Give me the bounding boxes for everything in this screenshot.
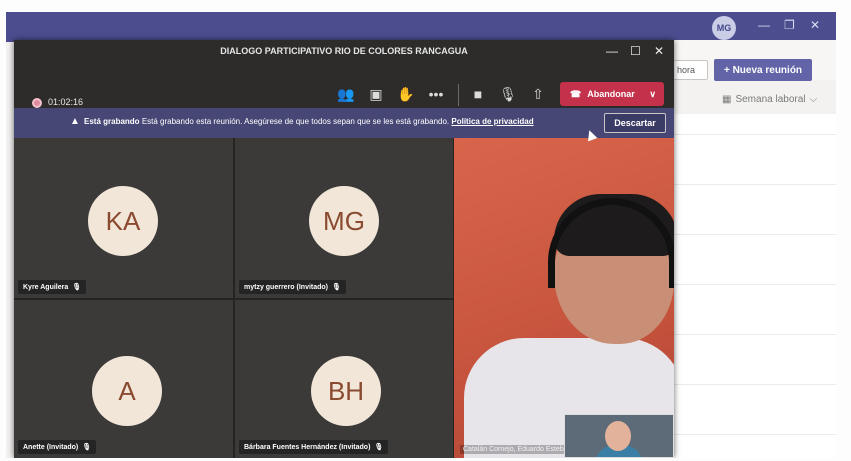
more-icon[interactable]: ••• — [426, 86, 446, 102]
recording-title: Está grabando — [84, 117, 140, 126]
minimize-icon[interactable]: — — [758, 18, 770, 32]
participant-tile[interactable]: MG mytzy guerrero (Invitado) 🎙 — [235, 138, 453, 298]
participant-tile[interactable]: A Anette (Invitado) 🎙 — [14, 300, 233, 458]
screen: MG — ❐ ✕ hora + Nueva reunión ▦ Semana l… — [6, 12, 836, 458]
participant-name-tag: Anette (Invitado) 🎙 — [18, 440, 97, 454]
participant-name: mytzy guerrero (Invitado) — [244, 283, 329, 291]
self-view-face — [605, 421, 631, 451]
avatar: A — [92, 356, 162, 426]
chat-icon[interactable]: ▣ — [366, 86, 386, 103]
participant-tile[interactable]: BH Bárbara Fuentes Hernández (Invitado) … — [235, 300, 453, 458]
recording-text: Está grabando esta reunión. Asegúrese de… — [141, 117, 450, 126]
mic-muted-icon[interactable]: 🎙 — [498, 86, 518, 103]
avatar: MG — [309, 186, 379, 256]
leave-label: Abandonar — [587, 89, 635, 99]
participant-name-tag: mytzy guerrero (Invitado) 🎙 — [239, 280, 346, 294]
avatar: BH — [311, 356, 381, 426]
restore-icon[interactable]: ❐ — [784, 18, 795, 32]
discard-button[interactable]: Descartar — [604, 113, 666, 133]
meeting-timer: 01:02:16 — [48, 97, 84, 107]
raise-hand-icon[interactable]: ✋ — [396, 86, 416, 103]
video-participant-tile[interactable]: Catalán Cornejo, Eduardo Esteb — [454, 138, 674, 458]
avatar: KA — [88, 186, 158, 256]
mic-muted-icon: 🎙 — [82, 444, 92, 451]
close-icon[interactable]: ✕ — [810, 18, 820, 32]
recording-banner: ▲ Está grabando Está grabando esta reuni… — [14, 108, 674, 138]
chevron-down-icon[interactable]: ∨ — [649, 89, 656, 100]
self-view-video[interactable] — [564, 414, 674, 458]
recording-indicator-icon — [32, 98, 42, 108]
week-view-label: Semana laboral — [735, 94, 806, 105]
privacy-policy-link[interactable]: Política de privacidad — [451, 117, 533, 126]
camera-icon[interactable]: ■ — [468, 86, 488, 102]
participant-name: Anette (Invitado) — [23, 443, 79, 451]
mic-muted-icon: 🎙 — [332, 284, 341, 291]
mic-muted-icon: 🎙 — [374, 444, 384, 451]
user-avatar[interactable]: MG — [712, 16, 736, 40]
mic-muted-icon: 🎙 — [72, 284, 82, 291]
leave-button[interactable]: ☎ Abandonar ∨ — [560, 82, 664, 106]
calendar-icon: ▦ — [722, 94, 732, 105]
close-icon[interactable]: ✕ — [654, 44, 664, 58]
phone-hangup-icon: ☎ — [570, 88, 582, 99]
share-icon[interactable]: ⇧ — [528, 86, 548, 103]
meeting-titlebar: DIALOGO PARTICIPATIVO RIO DE COLORES RAN… — [14, 40, 674, 64]
minimize-icon[interactable]: — — [606, 44, 618, 58]
participant-name: Kyre Aguilera — [23, 283, 69, 291]
recording-message: Está grabando Está grabando esta reunión… — [84, 117, 534, 126]
calendar-grid — [660, 114, 836, 458]
warning-icon: ▲ — [70, 116, 80, 127]
meeting-title: DIALOGO PARTICIPATIVO RIO DE COLORES RAN… — [220, 46, 468, 56]
participant-name: Bárbara Fuentes Hernández (Invitado) — [244, 443, 371, 451]
participants-icon[interactable]: 👥 — [336, 86, 356, 103]
participant-name-tag: Kyre Aguilera 🎙 — [18, 280, 87, 294]
chevron-down-icon: ⌵ — [809, 94, 818, 105]
participant-tile[interactable]: KA Kyre Aguilera 🎙 — [14, 138, 233, 298]
teams-titlebar: MG — ❐ ✕ — [6, 12, 836, 42]
toolbar-divider — [458, 84, 459, 106]
new-meeting-button[interactable]: + Nueva reunión — [714, 59, 812, 81]
video-participant-name: Catalán Cornejo, Eduardo Esteb — [460, 445, 567, 454]
maximize-icon[interactable]: ☐ — [630, 44, 641, 58]
meeting-window: DIALOGO PARTICIPATIVO RIO DE COLORES RAN… — [14, 40, 674, 458]
week-view-selector[interactable]: ▦ Semana laboral ⌵ — [722, 94, 817, 105]
participant-name-tag: Bárbara Fuentes Hernández (Invitado) 🎙 — [239, 440, 389, 454]
